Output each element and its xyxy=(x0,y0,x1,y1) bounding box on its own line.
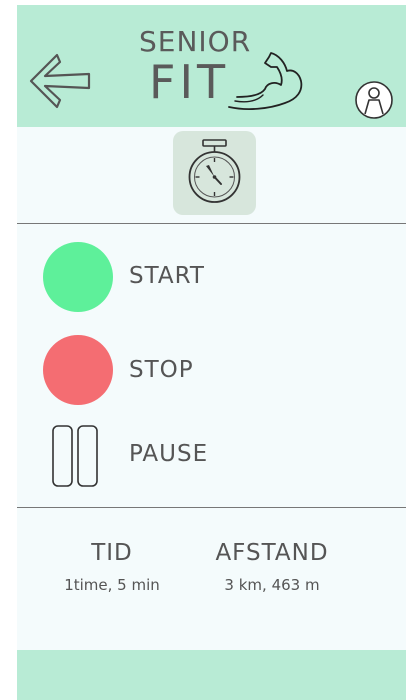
divider-top xyxy=(17,223,406,224)
divider-bottom xyxy=(17,507,406,508)
arrow-left-icon[interactable] xyxy=(27,50,93,112)
time-stat: TID 1time, 5 min xyxy=(47,540,177,594)
flexed-arm-icon xyxy=(228,52,303,110)
start-button[interactable]: START xyxy=(43,242,343,314)
stop-label: STOP xyxy=(129,357,194,383)
stop-button[interactable]: STOP xyxy=(43,335,343,407)
stop-circle xyxy=(43,335,113,405)
footer-bar xyxy=(17,650,406,700)
stopwatch-icon xyxy=(188,139,241,203)
time-value: 1time, 5 min xyxy=(64,576,160,594)
app-screen: SENIOR FIT START STOP PAUSE TID 1time, 5… xyxy=(17,5,406,700)
person-icon[interactable] xyxy=(354,78,394,122)
timer-section xyxy=(17,127,406,223)
distance-value: 3 km, 463 m xyxy=(224,576,320,594)
start-label: START xyxy=(129,263,205,289)
app-logo: SENIOR FIT xyxy=(135,23,317,133)
time-label: TID xyxy=(91,540,133,566)
distance-stat: AFSTAND 3 km, 463 m xyxy=(202,540,342,594)
stopwatch-tile[interactable] xyxy=(173,131,256,215)
logo-text-fit: FIT xyxy=(149,55,230,109)
pause-label: PAUSE xyxy=(129,441,209,467)
distance-label: AFSTAND xyxy=(215,540,329,566)
pause-icon xyxy=(52,425,98,487)
header-bar: SENIOR FIT xyxy=(17,5,406,127)
start-circle xyxy=(43,242,113,312)
pause-button[interactable]: PAUSE xyxy=(43,424,343,496)
